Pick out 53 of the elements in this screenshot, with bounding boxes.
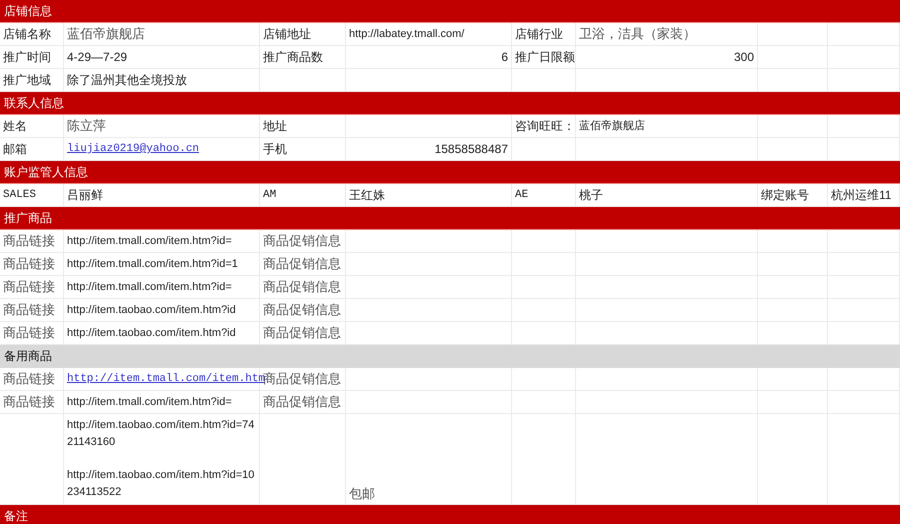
table-cell: 咨询旺旺： xyxy=(512,115,576,138)
empty-cell xyxy=(758,115,828,138)
table-cell: 陈立萍 xyxy=(64,115,260,138)
empty-cell xyxy=(828,230,900,253)
table-cell: 商品促销信息 xyxy=(260,230,346,253)
table-cell: http://item.taobao.com/item.htm?id xyxy=(64,299,260,322)
section-header: 备用商品 xyxy=(0,345,900,368)
section-header: 店铺信息 xyxy=(0,0,900,23)
empty-cell xyxy=(828,23,900,46)
table-cell: 商品促销信息 xyxy=(260,276,346,299)
table-cell: 商品链接 xyxy=(0,230,64,253)
table-cell: http://item.tmall.com/item.htm?id= xyxy=(64,276,260,299)
section-header: 账户监管人信息 xyxy=(0,161,900,184)
link[interactable]: http://item.tmall.com/item.htm xyxy=(67,371,266,387)
table-cell: 蓝佰帝旗舰店 xyxy=(64,23,260,46)
empty-cell xyxy=(828,368,900,391)
url-text: http://item.taobao.com/item.htm?id=7421143160 xyxy=(67,418,256,450)
table-cell: 地址 xyxy=(260,115,346,138)
section-header: 联系人信息 xyxy=(0,92,900,115)
link[interactable]: liujiaz0219@yahoo.cn xyxy=(67,141,200,157)
table-cell: http://item.tmall.com/item.htm?id= xyxy=(64,230,260,253)
table-cell: 推广商品数 xyxy=(260,46,346,69)
table-cell: 商品促销信息 xyxy=(260,299,346,322)
table-cell: 店铺行业 xyxy=(512,23,576,46)
section-header: 备注 xyxy=(0,505,900,524)
section-header: 推广商品 xyxy=(0,207,900,230)
table-cell: 商品链接 xyxy=(0,391,64,414)
table-cell: 6 xyxy=(346,46,512,69)
table-cell: 商品促销信息 xyxy=(260,253,346,276)
table-cell: http://item.tmall.com/item.htm?id= xyxy=(64,391,260,414)
table-cell: 店铺名称 xyxy=(0,23,64,46)
table-cell: 姓名 xyxy=(0,115,64,138)
table-cell: 推广时间 xyxy=(0,46,64,69)
table-cell: 4-29—7-29 xyxy=(64,46,260,69)
empty-cell xyxy=(512,368,576,391)
empty-cell xyxy=(828,115,900,138)
empty-cell xyxy=(758,230,828,253)
table-cell: 商品链接 xyxy=(0,299,64,322)
table-cell: 蓝佰帝旗舰店 xyxy=(576,115,758,138)
table-cell: 卫浴，洁具（家装） xyxy=(576,23,758,46)
empty-cell xyxy=(512,230,576,253)
table-cell: http://item.tmall.com/item.htm?id=1 xyxy=(64,253,260,276)
table-cell: 商品链接 xyxy=(0,276,64,299)
table-cell: 商品链接 xyxy=(0,253,64,276)
table-cell: 推广日限额 xyxy=(512,46,576,69)
table-cell: 商品链接 xyxy=(0,368,64,391)
empty-cell xyxy=(758,23,828,46)
table-cell: 商品促销信息 xyxy=(260,391,346,414)
table-cell: 店铺地址 xyxy=(260,23,346,46)
url-text: http://item.taobao.com/item.htm?id=10234113522 xyxy=(67,468,256,500)
table-cell: http://labatey.tmall.com/ xyxy=(346,23,512,46)
table-cell: 300 xyxy=(576,46,758,69)
empty-cell xyxy=(758,368,828,391)
